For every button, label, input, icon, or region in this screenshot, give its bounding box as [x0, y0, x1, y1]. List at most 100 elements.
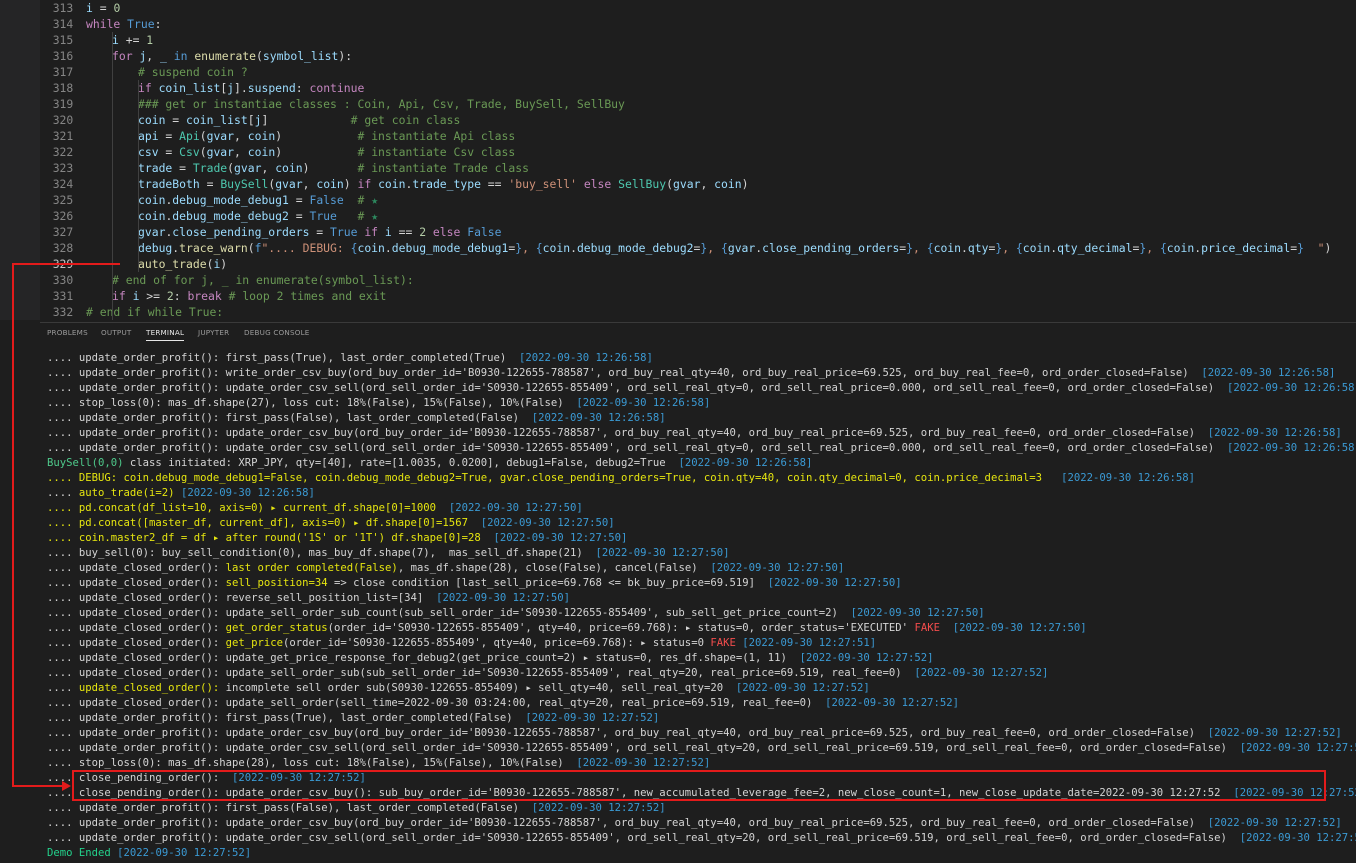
code-token: ,: [234, 129, 248, 143]
code-text: coin = coin_list[j] # get coin class: [86, 112, 460, 128]
code-token: # get coin class: [350, 113, 461, 127]
timestamp: [2022-09-30 12:27:50]: [767, 577, 902, 589]
code-token: ): [220, 257, 228, 271]
line-number: 320: [52, 113, 74, 127]
tab-debug-console[interactable]: DEBUG CONSOLE: [244, 328, 310, 337]
terminal-text: ....: [47, 727, 79, 739]
line-number: 326: [52, 209, 74, 223]
code-token: ]: [261, 113, 351, 127]
code-text: # end if while True:: [86, 304, 223, 320]
code-token: close_pending_orders: [172, 225, 310, 239]
code-token: =: [172, 161, 193, 175]
line-number: 313: [52, 1, 74, 15]
code-line: 325 coin.debug_mode_debug1 = False # ★: [40, 192, 1350, 208]
terminal-text: ....: [47, 742, 79, 754]
code-token: coin: [542, 241, 571, 255]
code-token: #: [357, 193, 372, 207]
code-token: coin: [275, 161, 303, 175]
timestamp: [2022-09-30 12:27:52]: [825, 697, 960, 709]
code-token: if: [364, 225, 379, 239]
code-token: ): [741, 177, 749, 191]
code-token: else: [583, 177, 612, 191]
code-token: coin: [933, 241, 962, 255]
timestamp: [2022-09-30 12:27:50]: [952, 622, 1087, 634]
code-token: 'buy_sell': [508, 177, 577, 191]
code-token: :: [154, 17, 162, 31]
code-token: coin_list: [158, 81, 221, 95]
tab-jupyter[interactable]: JUPYTER: [198, 328, 229, 337]
terminal-line: .... update_order_profit(): update_order…: [47, 441, 1356, 456]
code-editor[interactable]: 313 i = 0 314 while True: 315 i += 1 316 for j,…: [0, 0, 1356, 320]
terminal-text: ....: [47, 817, 79, 829]
code-text: csv = Csv(gvar, coin) # instantiate Csv …: [86, 144, 515, 160]
code-token: ): [1324, 241, 1332, 255]
code-token: gvar: [673, 177, 701, 191]
line-number: 327: [52, 225, 74, 239]
code-text: tradeBoth = BuySell(gvar, coin) if coin.…: [86, 176, 748, 192]
code-token: csv: [138, 145, 159, 159]
indent-guide: [112, 32, 113, 320]
terminal-text: Demo Ended: [47, 847, 118, 859]
code-token: j: [227, 81, 235, 95]
code-line: 324 tradeBoth = BuySell(gvar, coin) if co…: [40, 176, 1350, 192]
code-token: debug_mode_debug1: [172, 193, 289, 207]
terminal-text: stop_loss(0): mas_df.shape(28), loss cut…: [78, 757, 577, 769]
code-line: 329auto_trade(i): [40, 256, 1350, 272]
code-token: =: [158, 129, 180, 143]
code-token: =: [165, 113, 187, 127]
terminal-text: ....: [47, 712, 79, 724]
code-token: ==: [480, 177, 509, 191]
terminal-text: update_order_profit(): write_order_csv_b…: [78, 367, 1202, 379]
terminal-line: .... update_closed_order(): incomplete s…: [47, 681, 1352, 696]
terminal-text: sell_position=34: [225, 577, 328, 589]
code-token: if: [357, 177, 372, 191]
code-token: gvar: [138, 225, 166, 239]
code-token: in: [173, 49, 188, 63]
code-token: # end of for j, _ in enumerate(symbol_li…: [112, 273, 414, 287]
terminal-text: ....: [47, 367, 79, 379]
terminal-text: .... coin.master2_df = df ▸ after round(…: [47, 532, 494, 544]
code-token: ,: [261, 161, 276, 175]
code-token: ].: [234, 81, 248, 95]
code-line: 331 if i >= 2: break # loop 2 times and e…: [40, 288, 1350, 304]
terminal-text: ....: [47, 592, 79, 604]
code-token: gvar: [234, 161, 262, 175]
code-line: 321 api = Api(gvar, coin) # instantiate A…: [40, 128, 1350, 144]
timestamp: [2022-09-30 12:27:50]: [595, 547, 730, 559]
code-text: # suspend coin ?: [86, 64, 248, 80]
line-number: 325: [52, 193, 74, 207]
timestamp: [2022-09-30 12:27:50]: [480, 517, 615, 529]
code-token: 1: [146, 33, 154, 47]
code-token: # end if while True:: [86, 305, 224, 319]
code-token: symbol_list: [262, 49, 339, 63]
code-token: =: [92, 1, 114, 15]
code-token: =: [199, 177, 221, 191]
tab-terminal[interactable]: TERMINAL: [146, 328, 185, 341]
timestamp: [2022-09-30 12:26:58]: [180, 487, 315, 499]
terminal-text: ....: [47, 682, 79, 694]
terminal-text: update_order_profit(): update_order_csv_…: [78, 832, 1240, 844]
code-token: {: [535, 241, 543, 255]
terminal-text: update_order_profit(): update_order_csv_…: [78, 727, 1208, 739]
terminal-text: buy_sell(0): buy_sell_condition(0), mas_…: [78, 547, 596, 559]
code-line: 313 i = 0: [40, 0, 1350, 16]
code-token: {: [1159, 241, 1167, 255]
terminal-text: update_closed_order(): update_sell_order…: [78, 697, 826, 709]
code-token: }: [1297, 241, 1304, 255]
terminal-text: ....: [47, 442, 79, 454]
code-line: 314 while True:: [40, 16, 1350, 32]
terminal-text: .... pd.concat(df_list=10, axis=0) ▸ cur…: [47, 502, 449, 514]
tab-output[interactable]: OUTPUT: [101, 328, 132, 337]
code-token: }: [906, 241, 914, 255]
terminal-line: .... update_order_profit(): update_order…: [47, 426, 1352, 441]
timestamp: [2022-09-30 12:27:52]: [1239, 832, 1356, 844]
terminal-line: .... update_closed_order(): sell_positio…: [47, 576, 1352, 591]
code-token: (: [256, 49, 263, 63]
tab-problems[interactable]: PROBLEMS: [47, 328, 88, 337]
code-line: 326 coin.debug_mode_debug2 = True # ★: [40, 208, 1350, 224]
